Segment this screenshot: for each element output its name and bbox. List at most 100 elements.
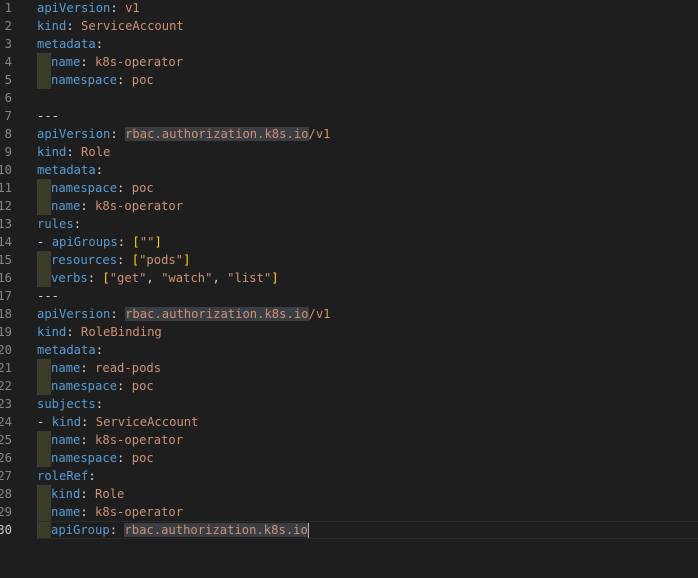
indent-guide <box>37 485 51 503</box>
code-token: : <box>110 1 126 15</box>
code-token: namespace <box>51 73 118 87</box>
code-line[interactable]: 8 apiVersion: rbac.authorization.k8s.io/v… <box>0 125 698 143</box>
code-token: "pods" <box>139 253 184 267</box>
line-number: 23 <box>0 397 12 411</box>
line-number: 14 <box>0 235 12 249</box>
code-token: [ <box>132 235 140 249</box>
code-token: kind <box>37 145 67 159</box>
code-line[interactable]: 18 apiVersion: rbac.authorization.k8s.io/… <box>0 305 698 323</box>
line-code: name: read-pods <box>37 359 161 377</box>
code-token: : <box>117 253 132 267</box>
code-token: : <box>73 217 82 231</box>
code-token: : <box>88 469 96 483</box>
code-token: k8s-operator <box>95 55 184 69</box>
code-token: /v1 <box>308 307 331 321</box>
line-number: 24 <box>0 415 12 429</box>
code-line[interactable]: 2 kind: ServiceAccount <box>0 17 698 35</box>
indent-guide <box>37 449 51 467</box>
code-line[interactable]: 12 name: k8s-operator <box>0 197 698 215</box>
code-token: roleRef <box>37 469 89 483</box>
code-line[interactable]: 4 name: k8s-operator <box>0 53 698 71</box>
code-token: apiGroup <box>51 523 110 537</box>
code-line[interactable]: 15 resources: ["pods"] <box>0 251 698 269</box>
line-code: kind: Role <box>37 143 110 161</box>
code-token: : <box>95 37 104 51</box>
code-line[interactable]: 6 <box>0 89 698 107</box>
code-token: kind <box>51 415 82 429</box>
code-line[interactable]: 20 metadata: <box>0 341 698 359</box>
line-code: subjects: <box>37 395 103 413</box>
code-token: read-pods <box>95 361 162 375</box>
code-line[interactable]: 24 - kind: ServiceAccount <box>0 413 698 431</box>
line-code: kind: RoleBinding <box>37 323 162 341</box>
indent-guide <box>37 179 51 197</box>
code-token: : <box>81 415 96 429</box>
indent-guide <box>37 53 51 71</box>
code-line[interactable]: 28 kind: Role <box>0 485 698 503</box>
code-line[interactable]: 7 --- <box>0 107 698 125</box>
code-token: v1 <box>125 1 140 15</box>
line-code: metadata: <box>37 341 103 359</box>
line-number: 22 <box>0 379 12 393</box>
code-line[interactable]: 14 - apiGroups: [""] <box>0 233 698 251</box>
code-line[interactable]: 30 apiGroup: rbac.authorization.k8s.io <box>0 521 698 539</box>
code-line[interactable]: 27 roleRef: <box>0 467 698 485</box>
line-number: 7 <box>4 109 12 123</box>
code-token: : <box>110 127 126 141</box>
code-line[interactable]: 21 name: read-pods <box>0 359 698 377</box>
line-code: metadata: <box>37 161 103 179</box>
code-token: name <box>51 505 81 519</box>
line-code: apiVersion: v1 <box>37 0 140 17</box>
code-token: Role <box>95 487 125 501</box>
code-line[interactable]: 9 kind: Role <box>0 143 698 161</box>
code-token: : <box>117 379 132 393</box>
code-line[interactable]: 25 name: k8s-operator <box>0 431 698 449</box>
code-token: ServiceAccount <box>81 19 184 33</box>
code-line[interactable]: 5 namespace: poc <box>0 71 698 89</box>
line-code: name: k8s-operator <box>37 431 183 449</box>
code-token: k8s-operator <box>95 505 184 519</box>
line-code: apiVersion: rbac.authorization.k8s.io/v1 <box>37 125 331 143</box>
code-token: verbs <box>51 271 88 285</box>
code-token: /v1 <box>308 127 331 141</box>
line-number: 20 <box>0 343 12 357</box>
line-number: 30 <box>0 523 12 537</box>
code-line[interactable]: 29 name: k8s-operator <box>0 503 698 521</box>
code-line[interactable]: 3 metadata: <box>0 35 698 53</box>
line-code: --- <box>37 107 59 125</box>
line-code: namespace: poc <box>37 179 154 197</box>
code-line[interactable]: 19 kind: RoleBinding <box>0 323 698 341</box>
code-token: --- <box>37 109 60 123</box>
code-token: ServiceAccount <box>95 415 199 429</box>
code-token: namespace <box>51 181 118 195</box>
indent-guide <box>37 431 51 449</box>
code-token: - <box>37 235 52 249</box>
line-code: roleRef: <box>37 467 96 485</box>
code-token: rbac.authorization.k8s.io <box>124 523 308 537</box>
code-token: subjects <box>37 397 96 411</box>
line-code: - kind: ServiceAccount <box>37 413 198 431</box>
line-number: 6 <box>4 91 12 105</box>
indent-guide <box>37 521 51 539</box>
line-code: name: k8s-operator <box>37 503 183 521</box>
code-token: [ <box>131 253 140 267</box>
code-line[interactable]: 23 subjects: <box>0 395 698 413</box>
code-line[interactable]: 13 rules: <box>0 215 698 233</box>
code-token: --- <box>37 289 60 303</box>
code-line[interactable]: 26 namespace: poc <box>0 449 698 467</box>
line-code: namespace: poc <box>37 71 154 89</box>
code-line[interactable]: 11 namespace: poc <box>0 179 698 197</box>
code-token: name <box>51 199 81 213</box>
line-number: 29 <box>0 505 12 519</box>
code-line[interactable]: 16 verbs: ["get", "watch", "list"] <box>0 269 698 287</box>
line-number: 26 <box>0 451 12 465</box>
line-number: 27 <box>0 469 12 483</box>
code-line[interactable]: 10 metadata: <box>0 161 698 179</box>
code-editor[interactable]: 1 apiVersion: v1 2 kind: ServiceAccount 3 met… <box>0 0 698 578</box>
code-token: ] <box>271 271 279 285</box>
line-code: name: k8s-operator <box>37 197 183 215</box>
code-line[interactable]: 22 namespace: poc <box>0 377 698 395</box>
code-token: rbac.authorization.k8s.io <box>125 127 309 141</box>
code-line[interactable]: 1 apiVersion: v1 <box>0 0 698 17</box>
code-line[interactable]: 17 --- <box>0 287 698 305</box>
